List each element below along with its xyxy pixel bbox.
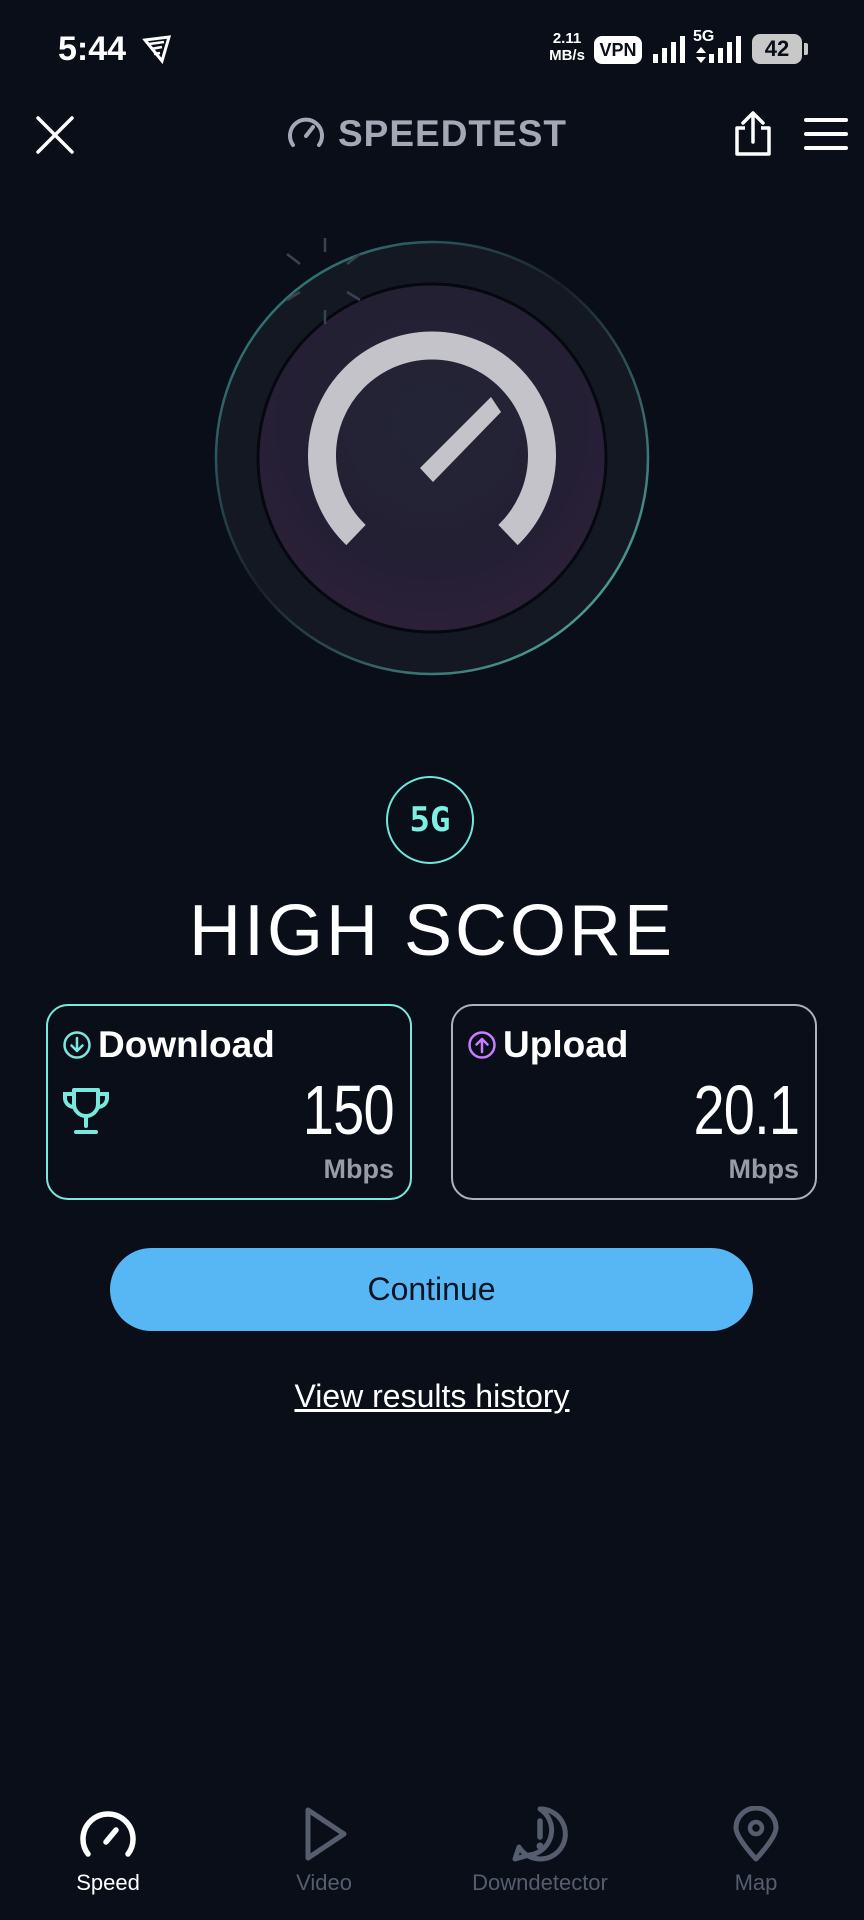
trophy-icon	[63, 1088, 109, 1134]
score-headline: HIGH SCORE	[188, 891, 676, 971]
network-speed-value: 2.11	[552, 30, 582, 47]
nav-label-video: Video	[296, 1870, 352, 1895]
upload-label: Upload	[503, 1024, 629, 1065]
download-value: 150	[302, 1071, 395, 1149]
view-results-history-link[interactable]: View results history	[0, 1378, 864, 1415]
upload-unit: Mbps	[728, 1154, 800, 1184]
upload-arrow-icon	[468, 1031, 496, 1059]
nav-label-downdetector: Downdetector	[472, 1870, 608, 1895]
nav-item-downdetector[interactable]: Downdetector	[432, 1790, 648, 1910]
app-title: SPEEDTEST	[338, 113, 567, 154]
upload-card: Upload 20.1 Mbps	[451, 1004, 817, 1200]
signal-icon	[653, 36, 685, 63]
network-speed-unit: MB/s	[549, 47, 585, 64]
nav-item-speed[interactable]: Speed	[0, 1790, 216, 1910]
battery-indicator: 42	[752, 34, 808, 64]
signal-icon-secondary	[709, 36, 741, 63]
download-label: Download	[98, 1024, 275, 1065]
speedtest-screen: 5:44 2.11 MB/s VPN 5G 42 SPEEDTEST 5G HI…	[0, 0, 864, 1920]
notification-icon	[142, 35, 172, 64]
nav-label-map: Map	[734, 1870, 778, 1895]
bottom-navigation: Speed Video Downdetector Map	[0, 1790, 864, 1920]
speedtest-logo-icon	[288, 117, 324, 147]
speed-gauge	[214, 238, 650, 676]
download-unit: Mbps	[323, 1154, 395, 1184]
nav-item-map[interactable]: Map	[648, 1790, 864, 1910]
nav-label-speed: Speed	[76, 1870, 140, 1895]
alert-icon	[512, 1806, 568, 1862]
play-icon	[305, 1807, 347, 1861]
nav-item-video[interactable]: Video	[216, 1790, 432, 1910]
app-header: SPEEDTEST	[0, 100, 864, 170]
status-time: 5:44	[58, 30, 127, 68]
share-icon[interactable]	[731, 110, 775, 158]
menu-icon[interactable]	[804, 116, 848, 152]
map-pin-icon	[733, 1806, 779, 1862]
download-card: Download 150 Mbps	[46, 1004, 412, 1200]
download-arrow-icon	[63, 1031, 91, 1059]
continue-button[interactable]: Continue	[110, 1248, 753, 1331]
data-activity-icon	[696, 47, 706, 63]
status-bar: 5:44 2.11 MB/s VPN 5G 42	[0, 0, 864, 100]
close-icon[interactable]	[34, 114, 76, 156]
upload-value: 20.1	[693, 1071, 800, 1149]
speedometer-icon	[80, 1811, 136, 1857]
network-speed-indicator: 2.11 MB/s	[545, 30, 589, 64]
vpn-badge: VPN	[594, 36, 642, 64]
network-type-badge: 5G	[386, 776, 474, 864]
